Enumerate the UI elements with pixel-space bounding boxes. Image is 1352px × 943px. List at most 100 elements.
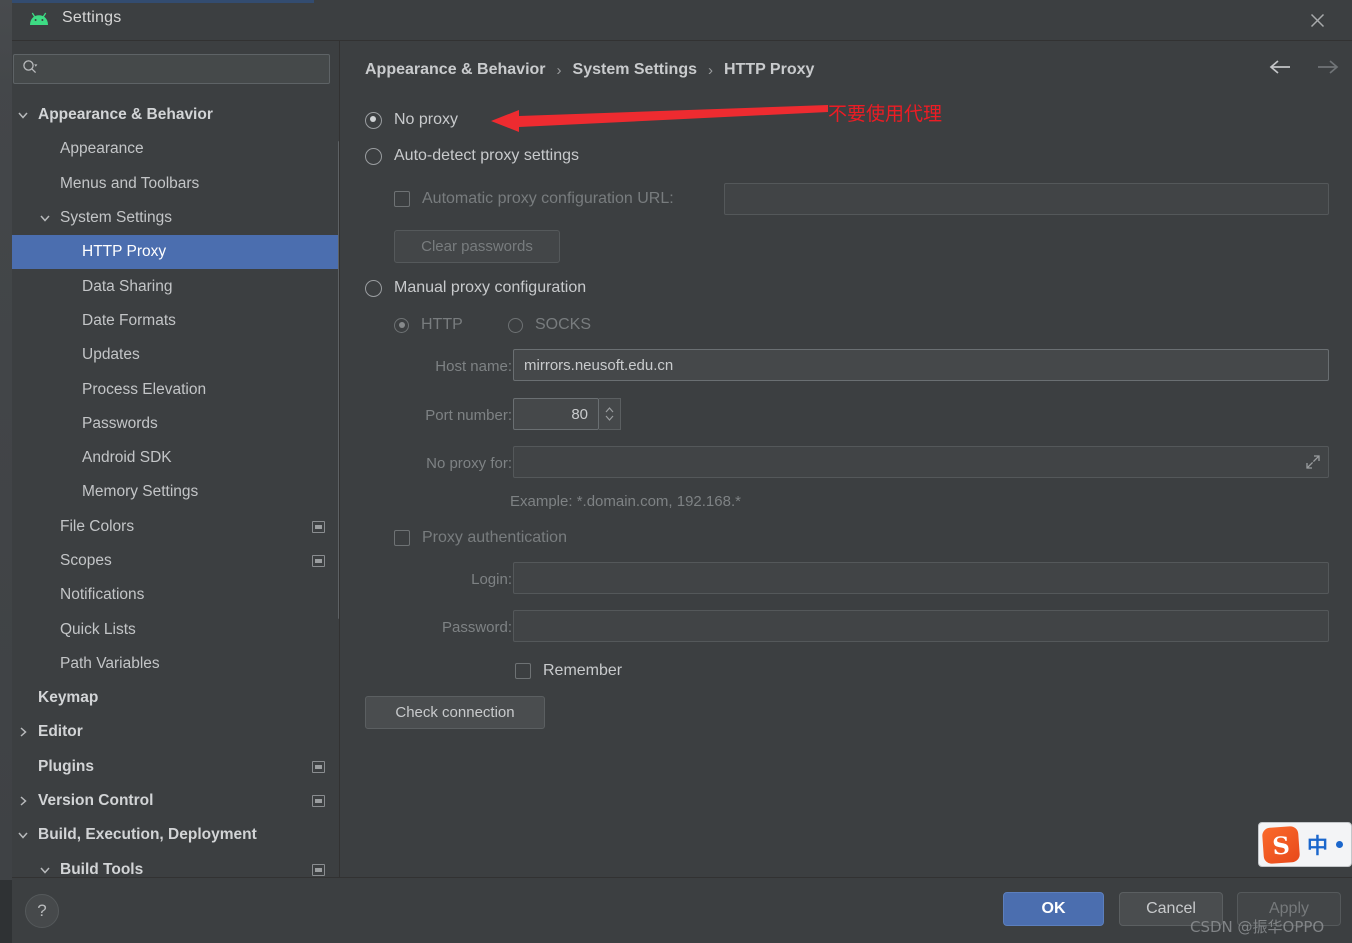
arrow-right-icon[interactable] [1316,59,1340,75]
sidebar-item-date-formats[interactable]: Date Formats [12,304,339,338]
login-input[interactable] [513,562,1329,594]
sidebar-item-build-execution-deployment[interactable]: Build, Execution, Deployment [12,818,339,852]
sidebar-item-label: Android SDK [82,449,172,467]
sidebar-item-appearance-behavior[interactable]: Appearance & Behavior [12,98,339,132]
settings-tree: Appearance & Behavior Appearance Menus and… [12,98,339,877]
host-name-input[interactable]: mirrors.neusoft.edu.cn [513,349,1329,381]
sidebar-item-build-tools[interactable]: Build Tools [12,853,339,877]
remember-option[interactable]: Remember [515,662,622,680]
sidebar-item-label: Process Elevation [82,380,207,398]
dot-icon[interactable] [1336,841,1343,848]
auto-detect-label: Auto-detect proxy settings [394,147,579,164]
android-logo-icon [28,11,50,29]
auto-config-url-option[interactable]: Automatic proxy configuration URL: [394,190,674,208]
dialog-footer: ? OK Cancel Apply [12,877,1352,943]
auto-config-url-input[interactable] [724,183,1329,215]
login-label: Login: [471,571,512,588]
search-input[interactable] [13,54,330,84]
sidebar-item-badge-icon [312,863,325,876]
sidebar-item-system-settings[interactable]: System Settings [12,201,339,235]
port-spinner-buttons[interactable] [599,398,621,430]
no-proxy-radio[interactable] [365,111,382,129]
manual-proxy-label: Manual proxy configuration [394,279,587,296]
sidebar-item-http-proxy[interactable]: HTTP Proxy [12,235,339,270]
sidebar-item-version-control[interactable]: Version Control [12,784,339,818]
sidebar-item-menus-and-toolbars[interactable]: Menus and Toolbars [12,167,339,201]
sidebar-item-label: Updates [82,346,140,364]
breadcrumb-item[interactable]: System Settings [573,61,697,79]
sidebar-item-label: Keymap [38,689,99,707]
search-input-field[interactable] [44,60,314,78]
manual-proxy-option[interactable]: Manual proxy configuration [365,279,586,297]
no-proxy-for-label: No proxy for: [426,455,512,472]
help-button[interactable]: ? [25,894,59,928]
sidebar-item-label: Plugins [38,757,94,775]
port-number-input[interactable]: 80 [513,398,599,430]
sidebar-item-label: Scopes [60,552,112,569]
sidebar-item-label: Notifications [60,586,145,604]
socks-option[interactable]: SOCKS [508,316,591,334]
breadcrumb: Appearance & Behavior › System Settings › HT… [365,61,814,79]
sidebar-item-notifications[interactable]: Notifications [12,578,339,612]
chevron-down-icon[interactable] [38,211,52,225]
auto-detect-radio[interactable] [365,147,382,165]
sidebar-item-badge-icon [312,795,325,808]
no-proxy-for-input[interactable] [513,446,1329,478]
sidebar-item-label: Path Variables [60,654,160,672]
sidebar-item-memory-settings[interactable]: Memory Settings [12,475,339,509]
expand-icon[interactable] [1302,451,1324,473]
settings-main-panel: Appearance & Behavior › System Settings › HT… [340,41,1352,877]
sidebar-item-updates[interactable]: Updates [12,338,339,372]
breadcrumb-item[interactable]: Appearance & Behavior [365,61,546,79]
sidebar-item-label: Appearance [60,140,144,158]
socks-radio[interactable] [508,317,523,333]
http-option[interactable]: HTTP [394,316,463,334]
chevron-down-icon[interactable] [16,828,30,842]
ime-mode-label[interactable]: 中 [1307,830,1328,860]
close-icon[interactable] [1294,0,1340,41]
sidebar-item-file-colors[interactable]: File Colors [12,510,339,544]
sidebar-item-keymap[interactable]: Keymap [12,681,339,715]
chevron-down-icon[interactable] [38,863,52,877]
sidebar-item-label: Build, Execution, Deployment [38,826,257,844]
breadcrumb-separator: › [708,61,713,79]
background-artifact [0,880,12,943]
chevron-right-icon[interactable] [16,725,30,739]
sidebar-item-plugins[interactable]: Plugins [12,750,339,784]
http-radio[interactable] [394,317,409,333]
sidebar-item-quick-lists[interactable]: Quick Lists [12,612,339,646]
sidebar-item-passwords[interactable]: Passwords [12,407,339,441]
check-connection-button[interactable]: Check connection [365,696,545,729]
ok-button[interactable]: OK [1003,892,1104,926]
sidebar-item-label: Memory Settings [82,483,199,501]
proxy-auth-checkbox[interactable] [394,530,410,546]
sidebar-item-label: Appearance & Behavior [38,106,213,124]
sidebar-item-label: Date Formats [82,311,176,329]
proxy-auth-option[interactable]: Proxy authentication [394,529,567,547]
sidebar-item-android-sdk[interactable]: Android SDK [12,441,339,475]
proxy-auth-label: Proxy authentication [422,529,567,546]
chevron-right-icon[interactable] [16,794,30,808]
sidebar-item-path-variables[interactable]: Path Variables [12,647,339,681]
breadcrumb-item[interactable]: HTTP Proxy [724,61,814,79]
socks-label: SOCKS [535,316,592,333]
title-accent-stripe [12,0,314,3]
sogou-ime-widget[interactable]: S 中 [1258,822,1352,867]
port-number-stepper[interactable]: 80 [513,398,621,430]
sidebar-item-process-elevation[interactable]: Process Elevation [12,372,339,406]
remember-checkbox[interactable] [515,663,531,679]
arrow-left-icon[interactable] [1268,59,1292,75]
sidebar-item-data-sharing[interactable]: Data Sharing [12,269,339,303]
no-proxy-option[interactable]: No proxy [365,111,458,129]
sidebar-item-scopes[interactable]: Scopes [12,544,339,578]
sidebar-item-label: Passwords [82,414,158,432]
sidebar-item-editor[interactable]: Editor [12,715,339,749]
clear-passwords-button[interactable]: Clear passwords [394,230,560,263]
chevron-down-icon[interactable] [16,108,30,122]
manual-proxy-radio[interactable] [365,279,382,297]
auto-config-url-checkbox[interactable] [394,191,410,207]
auto-detect-option[interactable]: Auto-detect proxy settings [365,147,579,165]
sidebar-item-appearance[interactable]: Appearance [12,132,339,166]
password-input[interactable] [513,610,1329,642]
sogou-logo-icon[interactable]: S [1261,825,1301,864]
